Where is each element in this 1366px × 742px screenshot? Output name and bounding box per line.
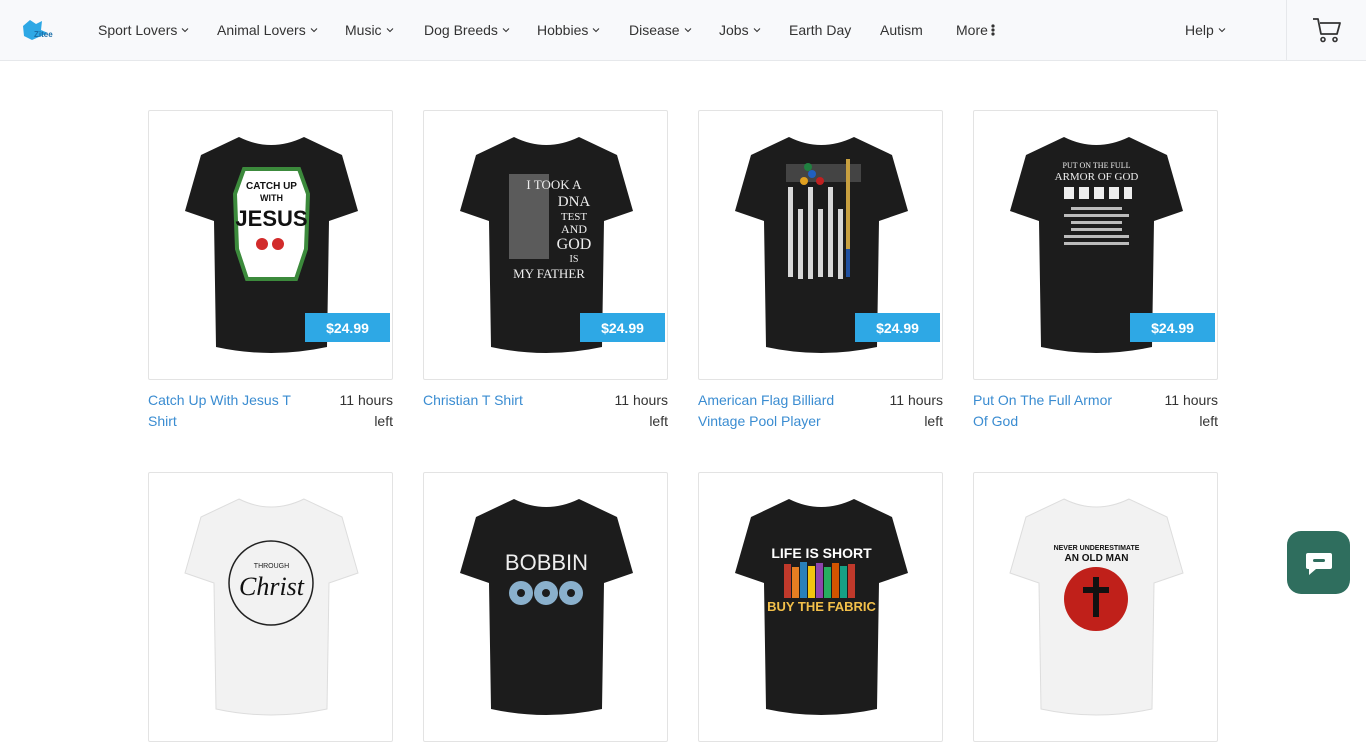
chevron-down-icon bbox=[1218, 28, 1226, 33]
product-image[interactable]: THROUGH Christ bbox=[148, 472, 393, 742]
svg-text:JESUS: JESUS bbox=[235, 206, 307, 231]
tshirt-image: BOBBIN bbox=[460, 499, 633, 715]
product-title-link[interactable]: Put On The Full Armor Of God bbox=[973, 390, 1123, 432]
product-image[interactable]: $24.99 bbox=[698, 110, 943, 380]
time-left: 11 hours left bbox=[889, 392, 943, 429]
product-image[interactable]: LIFE IS SHORT BUY THE FABRIC bbox=[698, 472, 943, 742]
chat-button[interactable] bbox=[1287, 531, 1350, 594]
chevron-down-icon bbox=[592, 28, 600, 33]
svg-text:Christ: Christ bbox=[239, 572, 305, 601]
product-title-link[interactable]: American Flag Billiard Vintage Pool Play… bbox=[698, 390, 848, 432]
chevron-down-icon bbox=[181, 28, 189, 33]
svg-text:BOBBIN: BOBBIN bbox=[505, 550, 588, 575]
nav-animal-lovers[interactable]: Animal Lovers bbox=[217, 20, 319, 40]
product-image[interactable]: I TOOK A DNA TEST AND GOD IS MY FATHER $… bbox=[423, 110, 668, 380]
svg-text:AN OLD MAN: AN OLD MAN bbox=[1065, 553, 1129, 564]
nav-dog-breeds[interactable]: Dog Breeds bbox=[424, 20, 511, 40]
tshirt-image: LIFE IS SHORT BUY THE FABRIC bbox=[735, 499, 908, 715]
nav-more[interactable]: More bbox=[956, 20, 996, 40]
svg-text:IS: IS bbox=[570, 254, 579, 265]
nav-music[interactable]: Music bbox=[345, 20, 395, 40]
price-tag: $24.99 bbox=[1130, 313, 1215, 342]
svg-text:DNA: DNA bbox=[558, 194, 591, 210]
price-tag: $24.99 bbox=[305, 313, 390, 342]
svg-text:PUT ON THE FULL: PUT ON THE FULL bbox=[1063, 161, 1131, 170]
chevron-down-icon bbox=[310, 28, 318, 33]
tshirt-image: NEVER UNDERESTIMATE AN OLD MAN bbox=[1009, 498, 1184, 716]
product-image[interactable]: NEVER UNDERESTIMATE AN OLD MAN bbox=[973, 472, 1218, 742]
svg-text:MY FATHER: MY FATHER bbox=[513, 266, 585, 281]
chat-bubble-icon bbox=[1305, 552, 1332, 575]
time-left: 11 hours left bbox=[339, 392, 393, 429]
nav-earth-day[interactable]: Earth Day bbox=[789, 20, 851, 40]
product-image[interactable]: CATCH UP WITH JESUS $24.99 bbox=[148, 110, 393, 380]
svg-text:GOD: GOD bbox=[557, 236, 592, 253]
svg-text:LIFE IS SHORT: LIFE IS SHORT bbox=[771, 545, 872, 561]
nav-disease[interactable]: Disease bbox=[629, 20, 693, 40]
nav-hobbies[interactable]: Hobbies bbox=[537, 20, 601, 40]
chevron-down-icon bbox=[502, 28, 510, 33]
cart-icon bbox=[1312, 18, 1341, 43]
time-left: 11 hours left bbox=[614, 392, 668, 429]
chevron-down-icon bbox=[684, 28, 691, 33]
svg-text:ARMOR OF GOD: ARMOR OF GOD bbox=[1055, 171, 1139, 183]
product-title-link[interactable]: Catch Up With Jesus T Shirt bbox=[148, 390, 298, 432]
top-navbar: Zitee Sport Lovers Animal Lovers Music D… bbox=[0, 0, 1366, 61]
chevron-down-icon bbox=[386, 28, 393, 33]
tshirt-image: THROUGH Christ bbox=[184, 498, 359, 716]
nav-sport-lovers[interactable]: Sport Lovers bbox=[98, 20, 190, 40]
time-left: 11 hours left bbox=[1164, 392, 1218, 429]
nav-autism[interactable]: Autism bbox=[880, 20, 923, 40]
nav-help[interactable]: Help bbox=[1185, 20, 1227, 40]
price-tag: $24.99 bbox=[580, 313, 665, 342]
svg-text:THROUGH: THROUGH bbox=[254, 563, 289, 570]
svg-text:CATCH UP: CATCH UP bbox=[246, 181, 297, 192]
chevron-down-icon bbox=[753, 28, 760, 33]
product-image[interactable]: BOBBIN bbox=[423, 472, 668, 742]
svg-text:AND: AND bbox=[561, 222, 587, 236]
nav-jobs[interactable]: Jobs bbox=[719, 20, 762, 40]
main-nav: Sport Lovers Animal Lovers Music Dog Bre… bbox=[0, 0, 1100, 60]
svg-text:WITH: WITH bbox=[260, 193, 283, 203]
more-vertical-icon bbox=[991, 24, 995, 36]
svg-text:NEVER UNDERESTIMATE: NEVER UNDERESTIMATE bbox=[1054, 545, 1140, 552]
product-title-link[interactable]: Christian T Shirt bbox=[423, 390, 573, 411]
cart-button[interactable] bbox=[1286, 0, 1366, 60]
svg-text:BUY THE FABRIC: BUY THE FABRIC bbox=[767, 599, 876, 614]
product-image[interactable]: PUT ON THE FULL ARMOR OF GOD $24.99 bbox=[973, 110, 1218, 380]
price-tag: $24.99 bbox=[855, 313, 940, 342]
svg-text:I TOOK A: I TOOK A bbox=[526, 177, 582, 192]
